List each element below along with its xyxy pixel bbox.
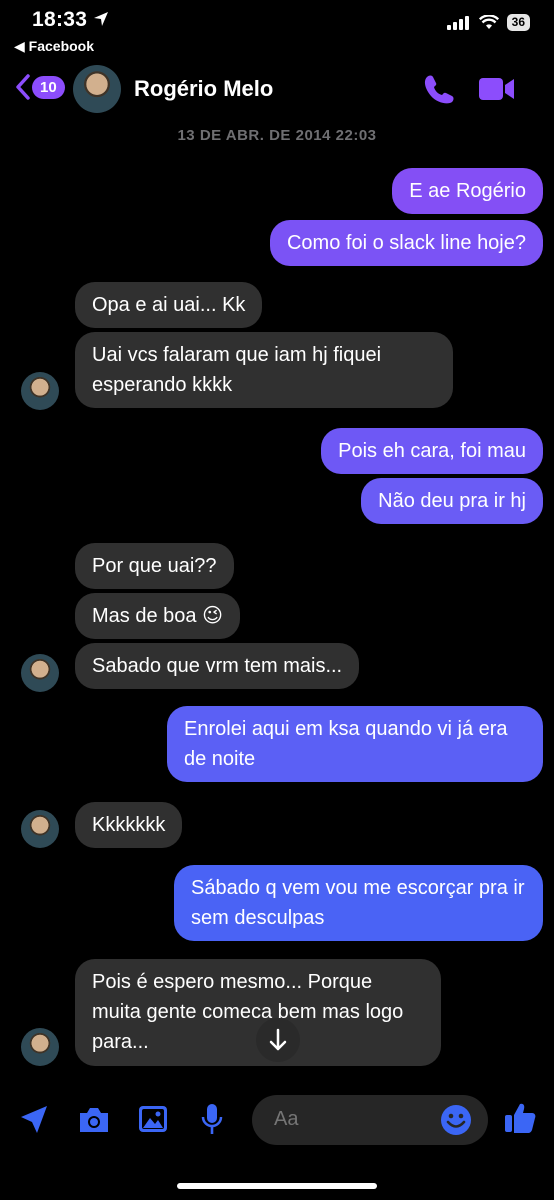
contact-name[interactable]: Rogério Melo [134, 76, 273, 102]
chevron-left-icon [16, 74, 30, 100]
location-arrow-icon[interactable] [18, 1104, 50, 1136]
status-icons: 36 [446, 14, 530, 31]
message-outgoing[interactable]: Sábado q vem vou me escorçar pra ir sem … [174, 865, 543, 941]
scroll-to-bottom-button[interactable] [256, 1018, 300, 1062]
contact-avatar[interactable] [73, 65, 121, 113]
sender-avatar[interactable] [21, 372, 59, 410]
sender-avatar[interactable] [21, 654, 59, 692]
back-button[interactable]: 10 [16, 74, 65, 100]
message-incoming[interactable]: Por que uai?? [75, 543, 234, 589]
phone-call-icon[interactable] [423, 74, 455, 104]
message-outgoing[interactable]: Como foi o slack line hoje? [269, 220, 543, 266]
video-call-icon[interactable] [478, 76, 516, 102]
status-time: 18:33 [32, 8, 109, 32]
message-outgoing[interactable]: E ae Rogério [392, 168, 543, 214]
message-outgoing[interactable]: Pois eh cara, foi mau [321, 428, 543, 474]
back-to-app-link[interactable]: ◀ Facebook [14, 38, 94, 55]
message-incoming[interactable]: Mas de boa 😉 [75, 593, 240, 639]
conversation-timestamp: 13 DE ABR. DE 2014 22:03 [177, 127, 377, 144]
microphone-icon[interactable] [200, 1103, 224, 1137]
unread-count-badge: 10 [32, 75, 65, 99]
message-outgoing[interactable]: Enrolei aqui em ksa quando vi já era de … [167, 706, 543, 782]
image-icon[interactable] [137, 1104, 169, 1134]
message-incoming[interactable]: Sabado que vrm tem mais... [75, 643, 360, 689]
message-composer[interactable] [252, 1095, 488, 1145]
wifi-icon [478, 15, 499, 29]
message-incoming[interactable]: Opa e ai uai... Kk [75, 282, 263, 328]
thumbs-up-icon[interactable] [503, 1101, 537, 1135]
battery-indicator: 36 [506, 14, 530, 31]
location-services-icon [94, 12, 109, 26]
message-outgoing[interactable]: Não deu pra ir hj [361, 478, 543, 524]
sender-avatar[interactable] [21, 810, 59, 848]
sender-avatar[interactable] [21, 1028, 59, 1066]
cellular-signal-icon [446, 15, 469, 30]
arrow-down-icon [269, 1028, 287, 1051]
message-input[interactable] [272, 1107, 426, 1132]
home-indicator [177, 1183, 377, 1189]
message-incoming[interactable]: Uai vcs falaram que iam hj fiquei espera… [75, 332, 453, 408]
camera-icon[interactable] [77, 1105, 111, 1135]
message-incoming[interactable]: Kkkkkkk [75, 802, 183, 848]
emoji-icon[interactable] [439, 1103, 473, 1137]
